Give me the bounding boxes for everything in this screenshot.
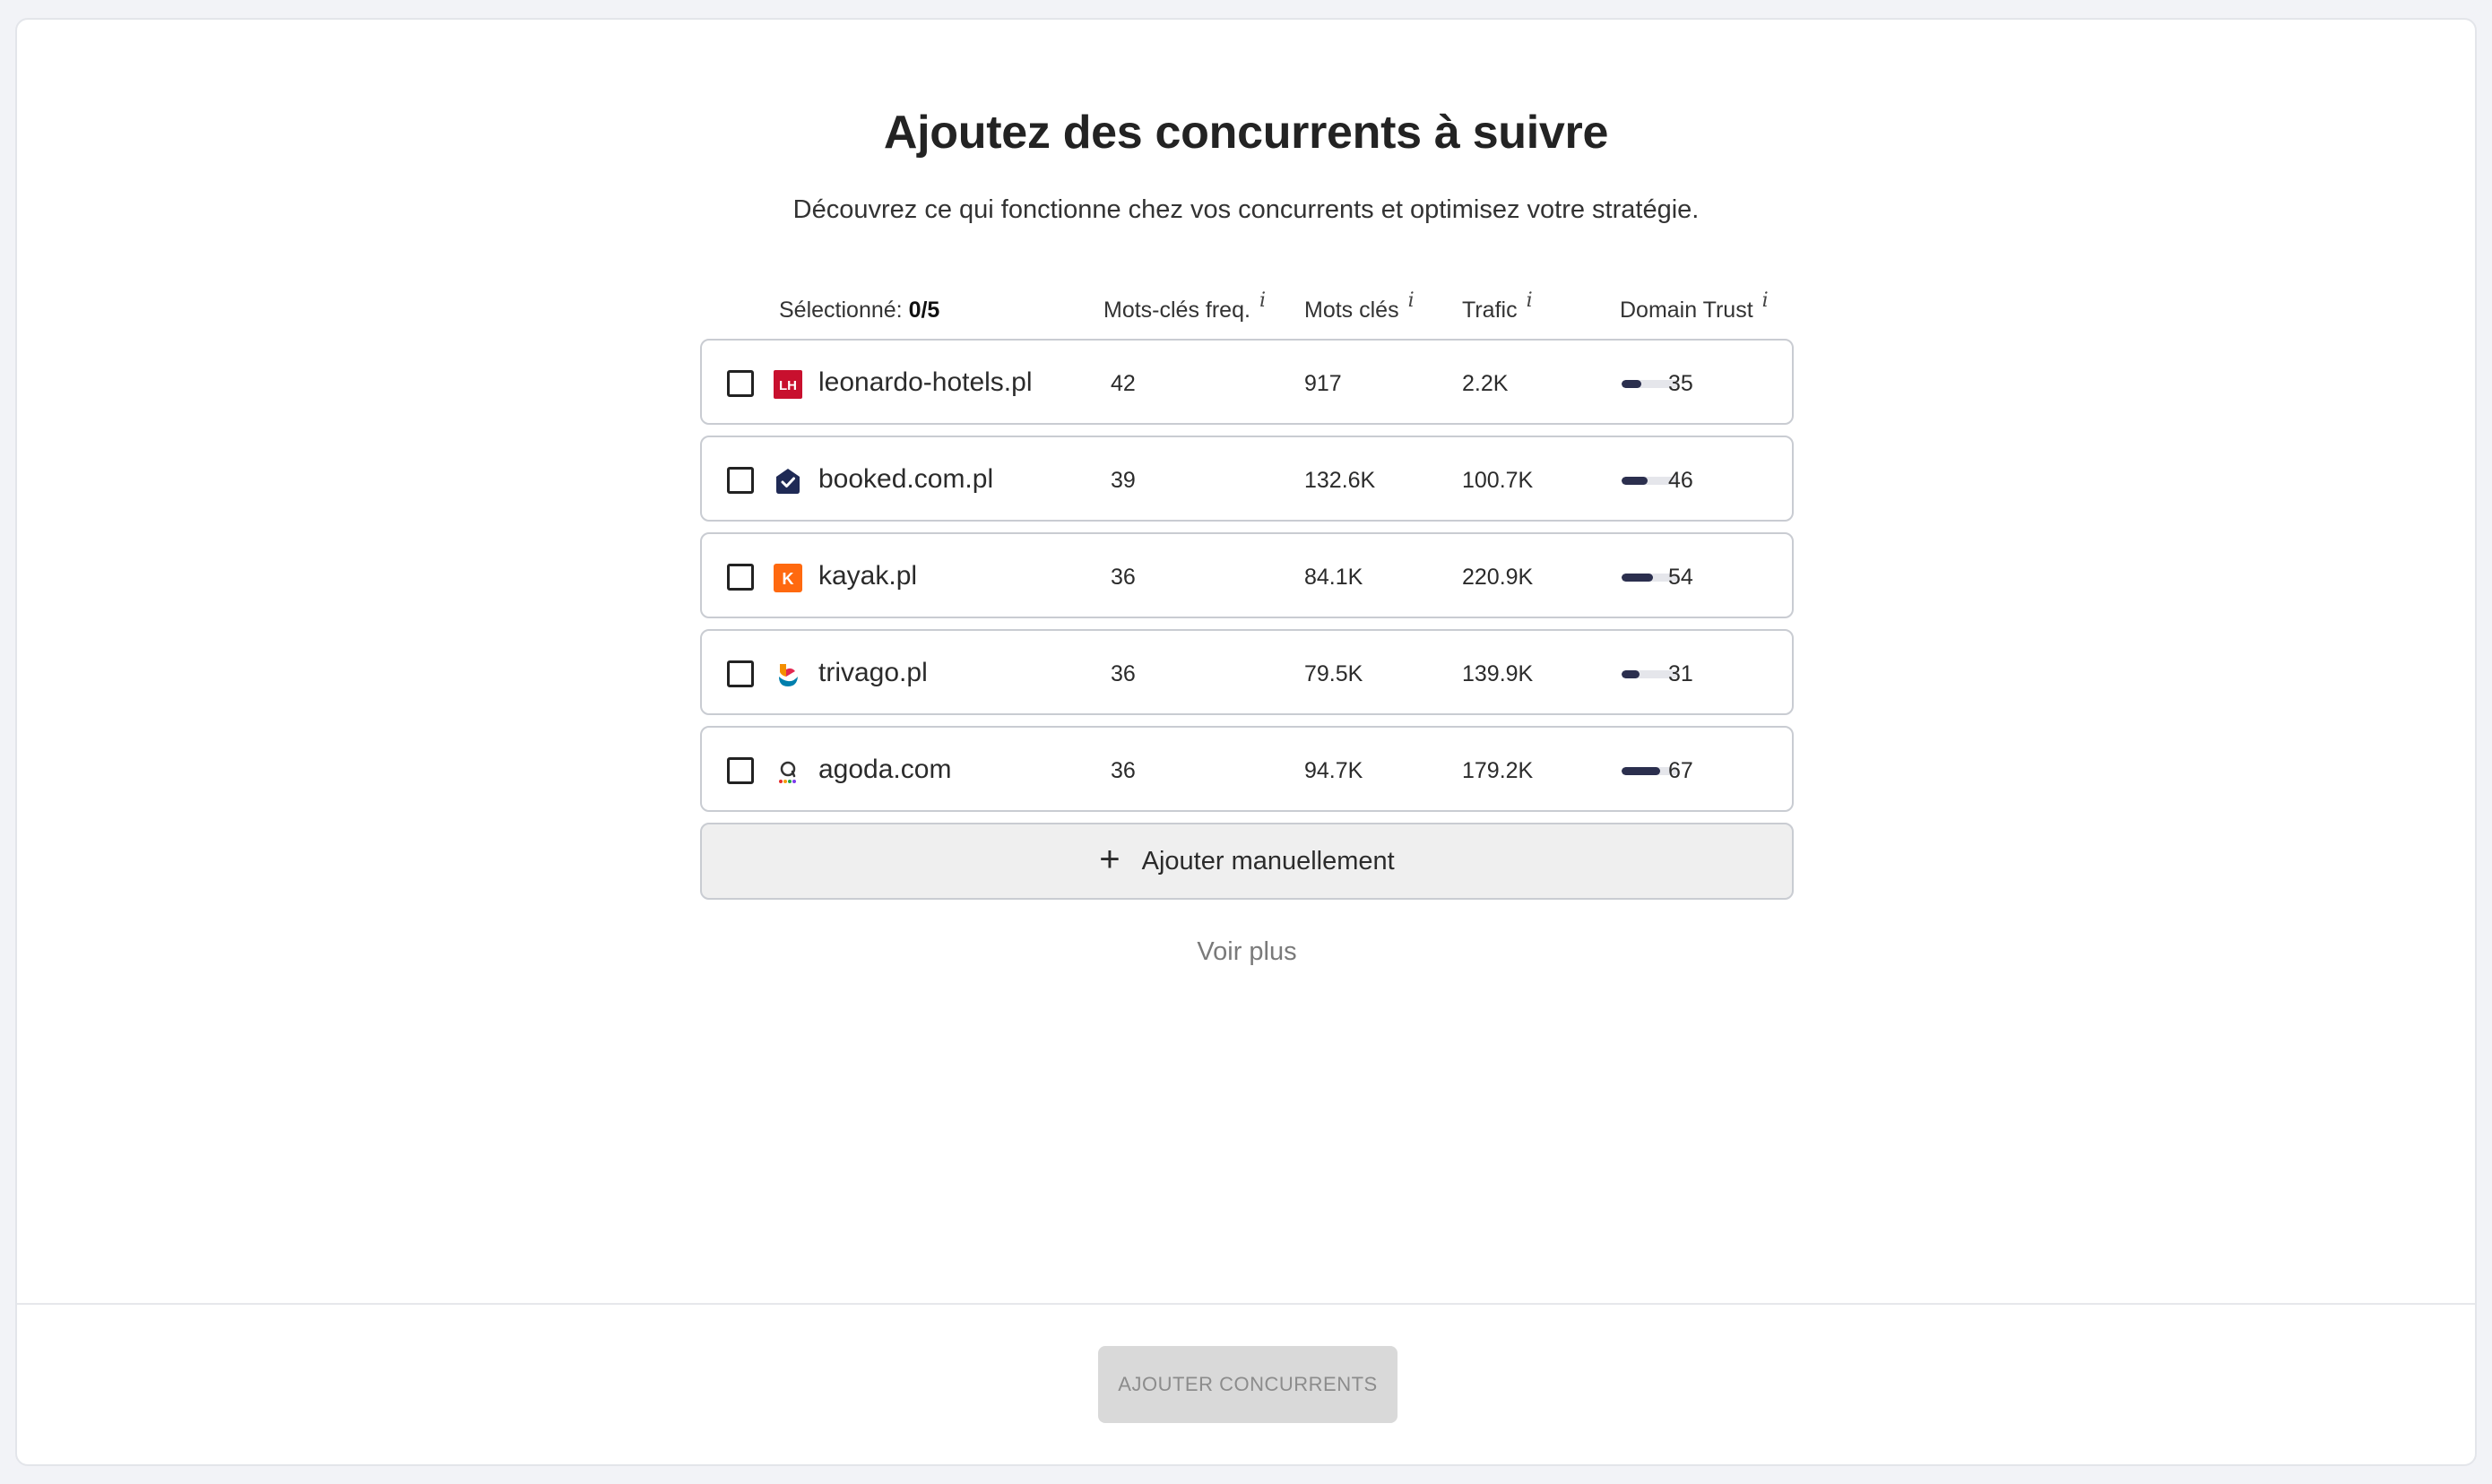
kw-value: 84.1K bbox=[1304, 565, 1363, 590]
row-checkbox[interactable] bbox=[727, 467, 754, 494]
column-header-domain-trust: Domain Trust i bbox=[1620, 289, 1769, 323]
domain-trust-fill bbox=[1622, 670, 1640, 678]
kw-value: 917 bbox=[1304, 371, 1342, 396]
domain-trust-value: 67 bbox=[1668, 758, 1693, 783]
add-competitors-button[interactable]: AJOUTER CONCURRENTS bbox=[1098, 1346, 1397, 1423]
table-row[interactable]: booked.com.pl 39 132.6K 100.7K 46 bbox=[700, 436, 1794, 522]
competitors-table: Sélectionné: 0/5 Mots-clés freq. i Mots c… bbox=[700, 289, 1794, 967]
svg-text:K: K bbox=[783, 570, 794, 588]
domain-trust-value: 31 bbox=[1668, 661, 1693, 686]
kw-freq-value: 42 bbox=[1111, 371, 1136, 396]
row-checkbox[interactable] bbox=[727, 757, 754, 784]
domain-trust-value: 46 bbox=[1668, 468, 1693, 493]
info-icon[interactable]: i bbox=[1408, 289, 1415, 312]
kayak-logo-icon: K bbox=[774, 564, 802, 592]
plus-icon: + bbox=[1099, 840, 1121, 879]
table-row[interactable]: agoda.com 36 94.7K 179.2K 67 bbox=[700, 726, 1794, 812]
column-header-kw: Mots clés i bbox=[1304, 289, 1415, 323]
traffic-value: 139.9K bbox=[1462, 661, 1534, 686]
kw-value: 94.7K bbox=[1304, 758, 1363, 783]
traffic-value: 2.2K bbox=[1462, 371, 1509, 396]
domain-trust-fill bbox=[1622, 767, 1660, 775]
kw-freq-value: 39 bbox=[1111, 468, 1136, 493]
competitors-dialog: Ajoutez des concurrents à suivre Découvr… bbox=[15, 18, 2477, 1466]
add-manually-button[interactable]: + Ajouter manuellement bbox=[700, 823, 1794, 900]
kw-freq-value: 36 bbox=[1111, 661, 1136, 686]
agoda-logo-icon bbox=[774, 757, 802, 786]
row-checkbox[interactable] bbox=[727, 370, 754, 397]
info-icon[interactable]: i bbox=[1762, 289, 1769, 312]
add-manually-label: Ajouter manuellement bbox=[1141, 846, 1395, 876]
domain-trust-value: 54 bbox=[1668, 565, 1693, 590]
domain-name[interactable]: trivago.pl bbox=[818, 658, 928, 688]
table-header: Sélectionné: 0/5 Mots-clés freq. i Mots c… bbox=[700, 289, 1794, 339]
table-row[interactable]: trivago.pl 36 79.5K 139.9K 31 bbox=[700, 629, 1794, 715]
table-row[interactable]: K kayak.pl 36 84.1K 220.9K 54 bbox=[700, 532, 1794, 618]
traffic-value: 179.2K bbox=[1462, 758, 1534, 783]
info-icon[interactable]: i bbox=[1527, 289, 1533, 312]
leonardo-hotels-logo-icon: LH bbox=[774, 370, 802, 399]
info-icon[interactable]: i bbox=[1259, 289, 1266, 312]
page-subtitle: Découvrez ce qui fonctionne chez vos con… bbox=[792, 195, 1700, 224]
svg-text:LH: LH bbox=[779, 378, 797, 393]
traffic-value: 220.9K bbox=[1462, 565, 1534, 590]
domain-name[interactable]: booked.com.pl bbox=[818, 464, 993, 495]
row-checkbox[interactable] bbox=[727, 660, 754, 687]
selected-count: 0/5 bbox=[908, 298, 940, 323]
traffic-value: 100.7K bbox=[1462, 468, 1534, 493]
selected-count-label: Sélectionné: 0/5 bbox=[779, 298, 940, 323]
domain-trust-value: 35 bbox=[1668, 371, 1693, 396]
kw-value: 79.5K bbox=[1304, 661, 1363, 686]
footer-divider bbox=[17, 1303, 2475, 1305]
table-row[interactable]: LH leonardo-hotels.pl 42 917 2.2K 35 bbox=[700, 339, 1794, 425]
kw-freq-value: 36 bbox=[1111, 758, 1136, 783]
domain-name[interactable]: leonardo-hotels.pl bbox=[818, 367, 1033, 398]
domain-trust-fill bbox=[1622, 380, 1642, 388]
row-checkbox[interactable] bbox=[727, 564, 754, 591]
page-title: Ajoutez des concurrents à suivre bbox=[883, 107, 1609, 159]
kw-freq-value: 36 bbox=[1111, 565, 1136, 590]
column-header-traffic: Trafic i bbox=[1462, 289, 1533, 323]
see-more-link[interactable]: Voir plus bbox=[700, 937, 1794, 967]
booked-logo-icon bbox=[774, 467, 802, 496]
domain-name[interactable]: kayak.pl bbox=[818, 561, 917, 591]
domain-trust-fill bbox=[1622, 477, 1648, 485]
trivago-logo-icon bbox=[774, 660, 802, 689]
domain-trust-fill bbox=[1622, 574, 1653, 582]
kw-value: 132.6K bbox=[1304, 468, 1376, 493]
column-header-kw-freq: Mots-clés freq. i bbox=[1103, 289, 1266, 323]
domain-name[interactable]: agoda.com bbox=[818, 755, 951, 785]
